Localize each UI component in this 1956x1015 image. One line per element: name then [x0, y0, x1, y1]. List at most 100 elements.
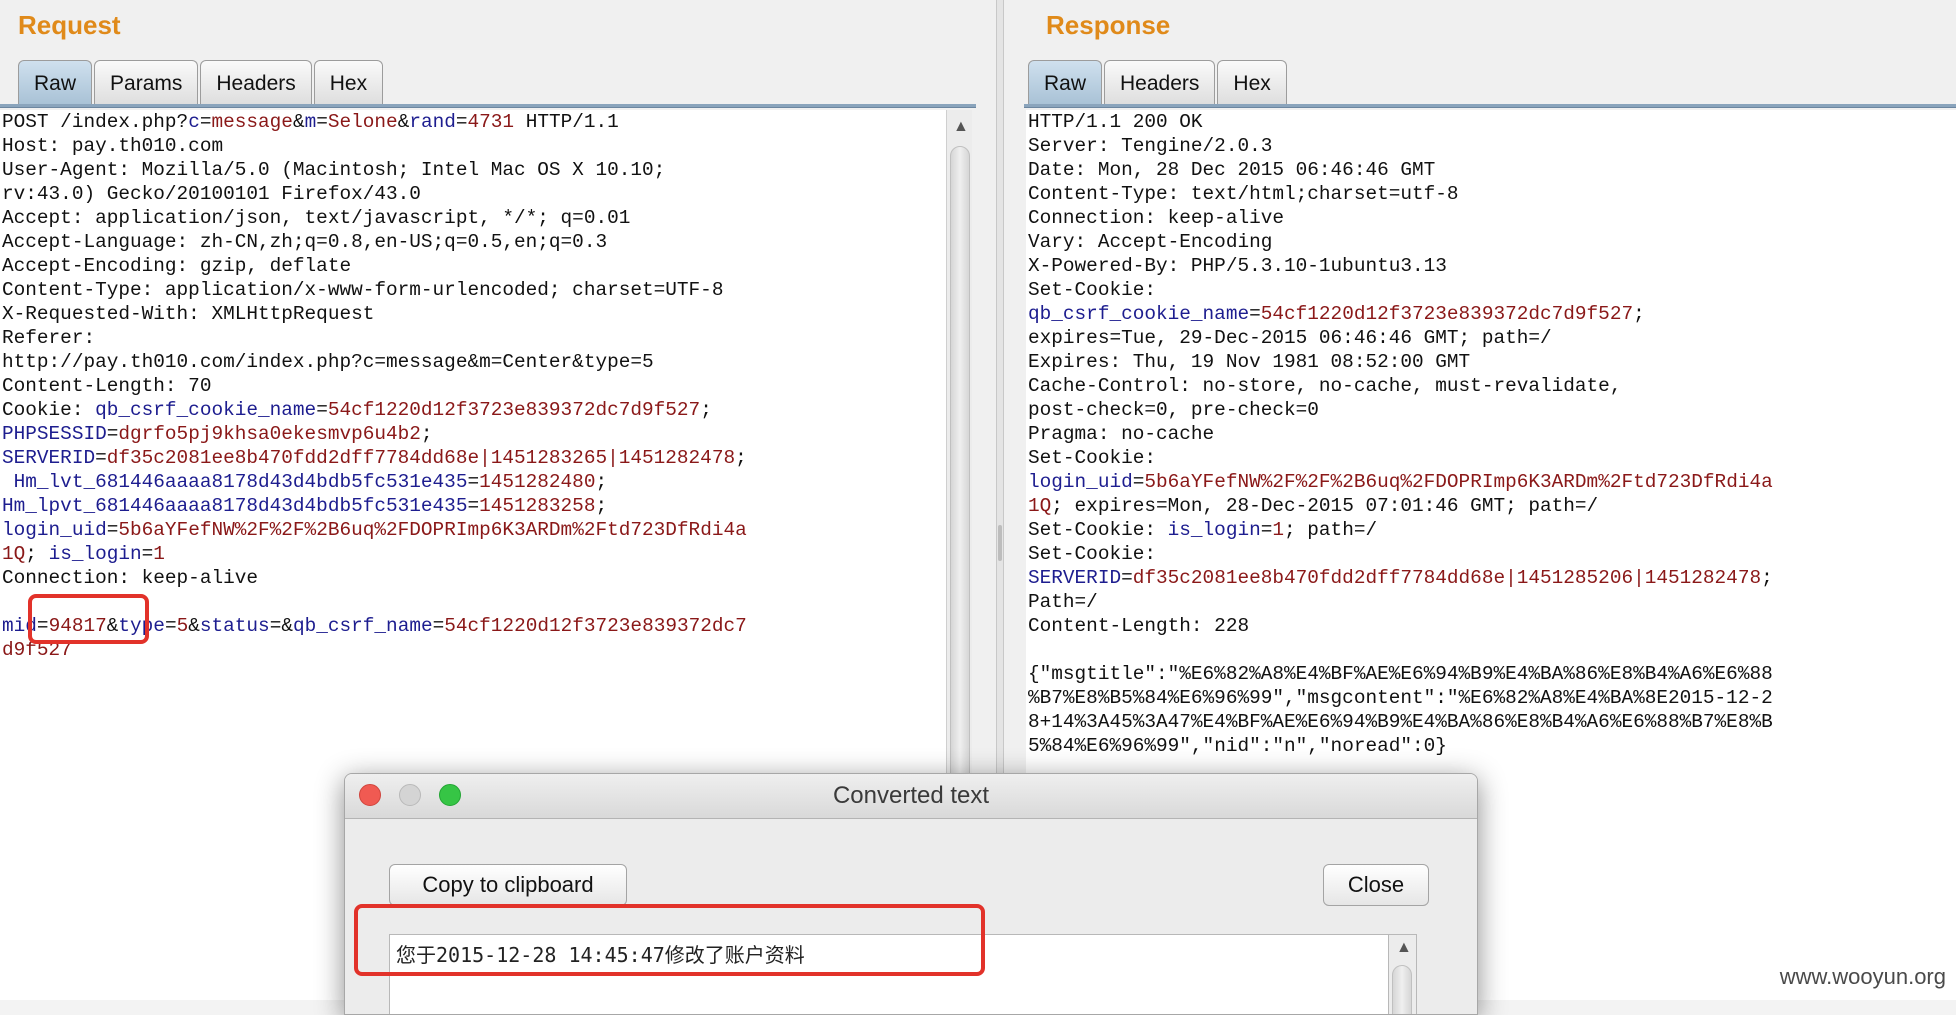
response-token: X-Powered-By: PHP/5.3.10-1ubuntu3.13: [1028, 255, 1447, 277]
request-token: Content-Length: 70: [2, 375, 212, 397]
close-button[interactable]: Close: [1323, 864, 1429, 906]
request-token: X-Requested-With: XMLHttpRequest: [2, 303, 375, 325]
response-line: Connection: keep-alive: [1028, 206, 1956, 230]
response-token: Date: Mon, 28 Dec 2015 06:46:46 GMT: [1028, 159, 1436, 181]
response-token: 5%84%E6%96%99: [1028, 735, 1180, 757]
response-token: Server: Tengine/2.0.3: [1028, 135, 1273, 157]
request-line: SERVERID=df35c2081ee8b470fdd2dff7784dd68…: [2, 446, 946, 470]
response-token: ;: [1633, 303, 1645, 325]
response-token: Set-Cookie:: [1028, 447, 1156, 469]
response-token: =: [1249, 303, 1261, 325]
response-token: %E6%82%A8%E4%BA%8E2015-12-2: [1458, 687, 1773, 709]
request-token: =: [95, 447, 107, 469]
response-token: Pragma: no-cache: [1028, 423, 1215, 445]
request-title: Request: [18, 10, 121, 40]
response-line: Expires: Thu, 19 Nov 1981 08:52:00 GMT: [1028, 350, 1956, 374]
response-token: ","nid":"n","noread":0}: [1179, 735, 1447, 757]
response-token: expires=Tue, 29-Dec-2015 06:46:46 GMT; p…: [1028, 327, 1552, 349]
request-token: =: [106, 519, 119, 541]
request-token: User-Agent: Mozilla/5.0 (Macintosh; Inte…: [2, 159, 666, 181]
request-line: Cookie: qb_csrf_cookie_name=54cf1220d12f…: [2, 398, 946, 422]
request-token: &: [397, 111, 410, 133]
request-line: Content-Type: application/x-www-form-url…: [2, 278, 946, 302]
response-token: 5b6aYFefNW%2F%2F%2B6uq%2FDOPRImp6K3ARDm%…: [1144, 471, 1773, 493]
response-token: Set-Cookie:: [1028, 279, 1156, 301]
request-token: Connection: keep-alive: [2, 567, 258, 589]
response-token: %B7%E8%B5%84%E6%96%99","msgcontent":": [1028, 687, 1459, 709]
request-token: =: [141, 543, 154, 565]
response-line: Set-Cookie: is_login=1; path=/: [1028, 518, 1956, 542]
request-token: =: [199, 111, 212, 133]
response-token: post-check=0, pre-check=0: [1028, 399, 1319, 421]
request-token: rand: [409, 111, 456, 133]
request-token: ;: [595, 471, 608, 493]
request-token: qb_csrf_name: [292, 615, 433, 637]
request-token: Host: pay.th010.com: [2, 135, 224, 157]
response-tab-underline: [1024, 104, 1956, 108]
request-token: status: [199, 615, 270, 637]
request-line: Hm_lpvt_681446aaaa8178d43d4bdb5fc531e435…: [2, 494, 946, 518]
request-raw-text[interactable]: POST /index.php?c=message&m=Selone&rand=…: [0, 110, 946, 662]
request-token: =: [455, 111, 468, 133]
request-token: =: [316, 399, 328, 421]
scroll-up-arrow-icon[interactable]: ▲: [1396, 939, 1412, 957]
response-tabs: Raw Headers Hex: [1028, 60, 1289, 106]
request-line: User-Agent: Mozilla/5.0 (Macintosh; Inte…: [2, 158, 946, 182]
request-token: 1Q: [2, 543, 26, 565]
copy-to-clipboard-button[interactable]: Copy to clipboard: [389, 864, 627, 906]
dialog-title: Converted text: [832, 782, 990, 809]
response-title: Response: [1046, 10, 1171, 40]
request-line: POST /index.php?c=message&m=Selone&rand=…: [2, 110, 946, 134]
response-line: qb_csrf_cookie_name=54cf1220d12f3723e839…: [1028, 302, 1956, 326]
request-line: PHPSESSID=dgrfo5pj9khsa0ekesmvp6u4b2;: [2, 422, 946, 446]
request-tab-params[interactable]: Params: [94, 60, 199, 104]
response-token: is_login: [1167, 519, 1261, 541]
response-tab-hex[interactable]: Hex: [1217, 60, 1287, 104]
request-token: 54cf1220d12f3723e839372dc7d9f527: [327, 399, 701, 421]
response-token: {"msgtitle":"%E6%82%A8%E4%BF%AE%E6%94%B9…: [1028, 663, 1773, 685]
request-tab-hex[interactable]: Hex: [313, 60, 384, 104]
request-token: Content-Type: application/x-www-form-url…: [2, 279, 724, 301]
response-token: Content-Type: text/html;charset=utf-8: [1028, 183, 1459, 205]
request-line: Accept-Encoding: gzip, deflate: [2, 254, 946, 278]
response-line: Set-Cookie:: [1028, 278, 1956, 302]
response-token: Vary: Accept-Encoding: [1028, 231, 1273, 253]
divider-grip-icon[interactable]: [998, 525, 1002, 561]
request-token: ;: [735, 447, 747, 469]
response-line: 8+14%3A45%3A47%E4%BF%AE%E6%94%B9%E4%BA%8…: [1028, 710, 1956, 734]
request-line: Referer:: [2, 326, 946, 350]
response-token: 8+14%3A45%3A47%E4%BF%AE%E6%94%B9%E4%BA%8…: [1028, 711, 1773, 733]
response-raw-text[interactable]: HTTP/1.1 200 OK Server: Tengine/2.0.3 Date…: [1026, 110, 1956, 758]
response-line: Content-Type: text/html;charset=utf-8: [1028, 182, 1956, 206]
request-line: Content-Length: 70: [2, 374, 946, 398]
request-token: =&: [269, 615, 293, 637]
converted-text-scrollbar[interactable]: ▲: [1389, 934, 1417, 1014]
response-token: Connection: keep-alive: [1028, 207, 1284, 229]
request-token: df35c2081ee8b470fdd2dff7784dd68e|1451283…: [106, 447, 736, 469]
request-line: Accept-Language: zh-CN,zh;q=0.8,en-US;q=…: [2, 230, 946, 254]
response-tab-raw[interactable]: Raw: [1028, 60, 1103, 104]
converted-text-scroll-thumb[interactable]: [1392, 965, 1412, 1014]
request-token: qb_csrf_cookie_name: [95, 399, 317, 421]
request-token: Accept: application/json, text/javascrip…: [2, 207, 631, 229]
request-tab-raw[interactable]: Raw: [18, 60, 93, 104]
request-token: HTTP/1.1: [514, 111, 619, 133]
request-token: ;: [420, 423, 433, 445]
request-token: Hm_lpvt_681446aaaa8178d43d4bdb5fc531e435: [2, 495, 468, 517]
request-token: http://pay.th010.com/index.php?c=message…: [2, 351, 654, 373]
response-line: Server: Tengine/2.0.3: [1028, 134, 1956, 158]
response-token: =: [1121, 567, 1133, 589]
response-line: Date: Mon, 28 Dec 2015 06:46:46 GMT: [1028, 158, 1956, 182]
request-token: login_uid: [2, 519, 107, 541]
dialog-titlebar[interactable]: Converted text: [345, 774, 1477, 819]
scroll-up-arrow-icon[interactable]: ▲: [953, 118, 969, 136]
response-tab-headers[interactable]: Headers: [1104, 60, 1216, 104]
request-tab-headers[interactable]: Headers: [200, 60, 312, 104]
request-token: ;: [595, 495, 608, 517]
request-token: 4731: [467, 111, 515, 133]
converted-text-annotation-box: [354, 904, 985, 976]
request-token: ;: [700, 399, 712, 421]
request-token: Referer:: [2, 327, 96, 349]
response-token: ; path=/: [1284, 519, 1378, 541]
response-line: Vary: Accept-Encoding: [1028, 230, 1956, 254]
